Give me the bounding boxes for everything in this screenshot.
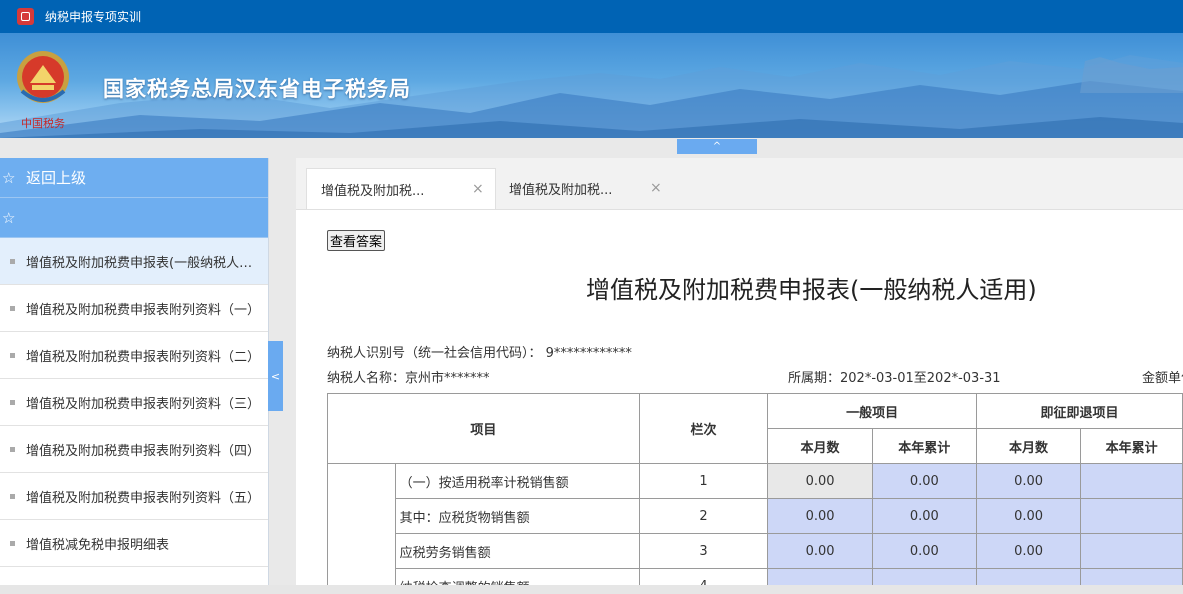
site-title: 国家税务总局汉东省电子税务局 bbox=[103, 77, 411, 101]
tax-emblem-icon: 中国税务 bbox=[17, 51, 69, 130]
sidebar-back-label: 返回上级 bbox=[26, 169, 87, 187]
view-answer-button[interactable]: 查看答案 bbox=[327, 230, 386, 251]
collapse-header-button[interactable]: ^ bbox=[677, 139, 757, 154]
value-cell[interactable]: 0.00 bbox=[767, 498, 873, 534]
sidebar-item-label: 增值税及附加税费申报表附列资料（五） bbox=[26, 490, 261, 506]
close-icon[interactable]: × bbox=[472, 181, 484, 197]
value-cell[interactable]: 0.00 bbox=[975, 533, 1082, 569]
tab-main-return[interactable]: 增值税及附加税... × bbox=[306, 168, 496, 209]
value-cell[interactable]: 0.00 bbox=[871, 533, 977, 569]
sidebar: ☆ 返回上级 ☆ 增值税及附加税费申报表(一般纳税人适用) 增值税及附加税费申报… bbox=[0, 158, 269, 594]
vat-return-table: 项目 栏次 一般项目 即征即退项目 本月数 本年累计 本月数 本年累计 （一）按… bbox=[327, 393, 1183, 594]
tab-bar: 增值税及附加税... × 增值税及附加税... × bbox=[296, 158, 1183, 210]
row-label: 应税劳务销售额 bbox=[394, 533, 640, 569]
value-cell[interactable]: 0.00 bbox=[975, 498, 1082, 534]
sidebar-item-label: 增值税及附加税费申报表附列资料（四） bbox=[26, 443, 261, 459]
row-label: （一）按适用税率计税销售额 bbox=[394, 463, 640, 499]
sidebar-item-schedule-1[interactable]: 增值税及附加税费申报表附列资料（一） bbox=[0, 285, 268, 332]
app-logo-icon bbox=[17, 8, 34, 25]
star-icon: ☆ bbox=[2, 168, 16, 187]
bullet-icon bbox=[10, 493, 15, 499]
header-banner: 中国税务 国家税务总局汉东省电子税务局 bbox=[0, 33, 1183, 138]
sidebar-item-label: 增值税及附加税费申报表附列资料（三） bbox=[26, 396, 261, 412]
header-column-no: 栏次 bbox=[638, 393, 769, 464]
sidebar-item-schedule-4[interactable]: 增值税及附加税费申报表附列资料（四） bbox=[0, 426, 268, 473]
bullet-icon bbox=[10, 540, 15, 546]
row-label: 其中：应税货物销售额 bbox=[394, 498, 640, 534]
tax-period: 所属期：202*-03-01至202*-03-31 bbox=[788, 371, 1001, 386]
sidebar-back-button[interactable]: ☆ 返回上级 bbox=[0, 158, 268, 198]
star-icon: ☆ bbox=[2, 208, 16, 227]
sidebar-item-schedule-2[interactable]: 增值税及附加税费申报表附列资料（二） bbox=[0, 332, 268, 379]
value-cell[interactable]: 0.00 bbox=[871, 463, 977, 499]
value-cell[interactable]: 0.00 bbox=[767, 533, 873, 569]
close-icon[interactable]: × bbox=[650, 180, 662, 196]
app-title: 纳税申报专项实训 bbox=[45, 10, 142, 24]
taxpayer-name: 纳税人名称：京州市******* bbox=[327, 371, 490, 386]
form-title: 增值税及附加税费申报表(一般纳税人适用) bbox=[586, 276, 1037, 304]
sidebar-item-label: 增值税及附加税费申报表附列资料（一） bbox=[26, 302, 261, 318]
sidebar-item-label: 增值税减免税申报明细表 bbox=[26, 537, 170, 553]
sidebar-item-exemption-detail[interactable]: 增值税减免税申报明细表 bbox=[0, 520, 268, 567]
bullet-icon bbox=[10, 258, 15, 264]
row-group-cell bbox=[327, 463, 396, 594]
main-panel: 增值税及附加税... × 增值税及附加税... × 查看答案 增值税及附加税费申… bbox=[296, 158, 1183, 594]
svg-text:中国税务: 中国税务 bbox=[21, 116, 65, 130]
table-header-row: 项目 栏次 一般项目 即征即退项目 bbox=[327, 393, 1183, 464]
table-row: （一）按适用税率计税销售额 1 0.00 0.00 0.00 bbox=[327, 463, 1183, 594]
taxpayer-id: 纳税人识别号（统一社会信用代码）： 9************ bbox=[327, 346, 632, 361]
bullet-icon bbox=[10, 446, 15, 452]
table-row: 应税劳务销售额 3 0.00 0.00 0.00 bbox=[328, 533, 1183, 569]
header-item: 项目 bbox=[327, 393, 640, 464]
header-month: 本月数 bbox=[975, 428, 1082, 464]
app-titlebar: 纳税申报专项实训 bbox=[0, 0, 1183, 33]
tab-schedule[interactable]: 增值税及附加税... × bbox=[496, 168, 676, 209]
sidebar-item-label: 增值税及附加税费申报表(一般纳税人适用) bbox=[26, 255, 264, 271]
tab-label: 增值税及附加税... bbox=[321, 183, 425, 199]
value-cell[interactable] bbox=[1080, 533, 1183, 569]
value-cell[interactable] bbox=[1080, 498, 1183, 534]
bullet-icon bbox=[10, 399, 15, 405]
amount-unit: 金额单位 bbox=[1142, 371, 1183, 386]
value-cell[interactable]: 0.00 bbox=[975, 463, 1082, 499]
tab-label: 增值税及附加税... bbox=[509, 183, 613, 198]
header-ytd: 本年累计 bbox=[1080, 428, 1183, 464]
bullet-icon bbox=[10, 305, 15, 311]
header-month: 本月数 bbox=[767, 428, 873, 464]
value-cell[interactable] bbox=[1080, 463, 1183, 499]
header-immediate-refund: 即征即退项目 bbox=[975, 393, 1183, 429]
header-general-items: 一般项目 bbox=[767, 393, 977, 429]
row-column-no: 3 bbox=[638, 533, 769, 569]
collapse-sidebar-button[interactable]: < bbox=[268, 341, 283, 411]
table-row: 其中：应税货物销售额 2 0.00 0.00 0.00 bbox=[328, 498, 1183, 534]
row-column-no: 1 bbox=[638, 463, 769, 499]
value-cell[interactable]: 0.00 bbox=[767, 463, 873, 499]
value-cell[interactable]: 0.00 bbox=[871, 498, 977, 534]
sidebar-favorite-row[interactable]: ☆ bbox=[0, 198, 268, 238]
header-ytd: 本年累计 bbox=[871, 428, 977, 464]
sidebar-item-main-return[interactable]: 增值税及附加税费申报表(一般纳税人适用) bbox=[0, 238, 268, 285]
bottom-scroll-strip bbox=[0, 585, 1183, 594]
sidebar-item-label: 增值税及附加税费申报表附列资料（二） bbox=[26, 349, 261, 365]
sidebar-item-schedule-5[interactable]: 增值税及附加税费申报表附列资料（五） bbox=[0, 473, 268, 520]
bullet-icon bbox=[10, 352, 15, 358]
sidebar-item-schedule-3[interactable]: 增值税及附加税费申报表附列资料（三） bbox=[0, 379, 268, 426]
row-column-no: 2 bbox=[638, 498, 769, 534]
